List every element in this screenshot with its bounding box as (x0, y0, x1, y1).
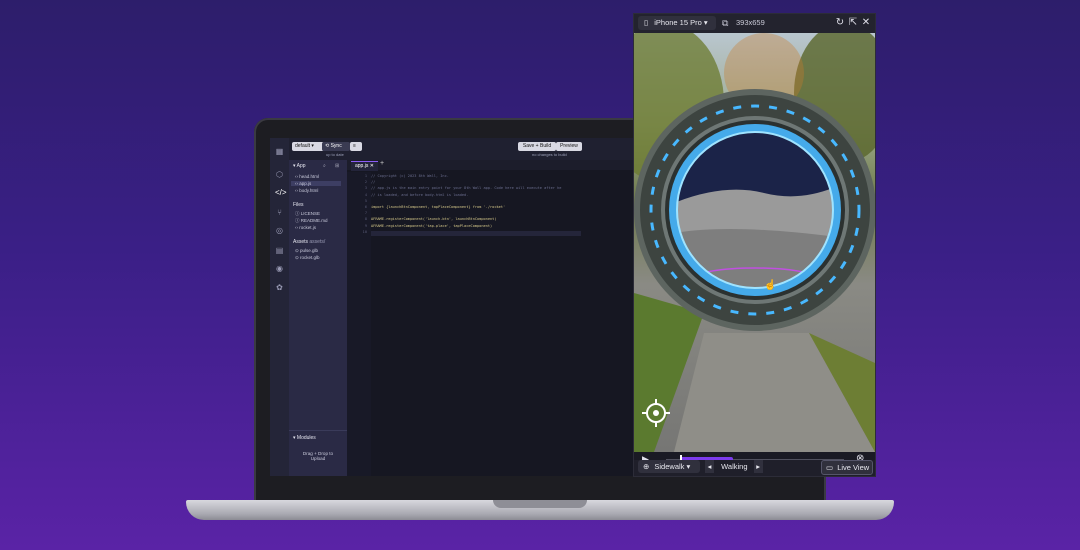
line-number: 8 (364, 217, 367, 222)
location-label: Sidewalk (654, 462, 685, 471)
phone-icon: ▯ (644, 18, 649, 27)
add-tab-icon[interactable]: + (380, 160, 384, 167)
line-number: 5 (364, 198, 367, 203)
previous-activity-button[interactable]: ◂ (705, 460, 714, 473)
add-file-icon[interactable]: ⊞ (335, 163, 339, 169)
preview-toolbar: ▯ iPhone 15 Pro ▾ ⧉ 393x659 ↻ ⇱ ✕ (634, 14, 875, 33)
sync-status: up to date (326, 152, 344, 157)
tab-app-js[interactable]: app.js ✕ (351, 161, 378, 171)
code-line: // is loaded, and before body.html is lo… (371, 192, 469, 197)
file-item[interactable]: ‹› body.html (295, 188, 318, 193)
next-activity-button[interactable]: ▸ (753, 460, 763, 473)
popout-icon[interactable]: ⇱ (847, 16, 859, 30)
sync-icon: ⟲ (325, 143, 330, 149)
sync-button[interactable]: ⟲ Sync (322, 142, 350, 151)
line-number: 1 (364, 174, 367, 178)
preview-controls: ⊕ Sidewalk ▾ ◂ Walking ▸ ▭ Live View (634, 460, 875, 476)
file-item[interactable]: ‹› rocket.js (295, 225, 316, 230)
code-line: // Copyright (c) 2023 8th Wall, Inc. (371, 174, 449, 178)
hand-cursor-icon: ☝ (764, 278, 776, 291)
sync-label: Sync (330, 143, 342, 149)
close-icon[interactable]: ✕ (860, 16, 872, 30)
code-line: AFRAME.registerComponent('launch-btn', l… (371, 217, 497, 222)
file-item[interactable]: ⓘ LICENSE (295, 211, 320, 217)
activity-stepper: ◂ Walking ▸ (705, 460, 763, 473)
laptop-notch (493, 500, 587, 508)
device-label: iPhone 15 Pro (654, 18, 702, 27)
asset-item[interactable]: ⊙ pulse.glb (295, 248, 318, 254)
line-number: 10 (362, 229, 367, 234)
device-select[interactable]: ▯ iPhone 15 Pro ▾ (638, 16, 716, 30)
branch-select[interactable]: default ▾ (292, 142, 324, 151)
camera-feed[interactable]: ☝ (634, 33, 875, 452)
line-number: 6 (364, 205, 367, 209)
refresh-icon[interactable]: ↻ (834, 16, 846, 30)
code-line: AFRAME.registerComponent('tap-place', ta… (371, 223, 493, 228)
branch-icon[interactable]: ⑂ (275, 208, 284, 217)
map-icon[interactable]: ▤ (275, 246, 284, 255)
resolution-label: 393x659 (736, 18, 765, 27)
globe-icon: ⊕ (643, 462, 650, 471)
code-line: // (371, 180, 376, 185)
icon-rail: ▦ ⬡ </> ⑂ ◎ ▤ ◉ ✿ (270, 138, 289, 476)
code-line: import {launchBtnComponent, tapPlaceComp… (371, 205, 506, 209)
cube-icon[interactable]: ⬡ (275, 170, 284, 179)
activity-label: Walking (721, 462, 748, 471)
asset-item[interactable]: ⊙ rocket.glb (295, 255, 320, 261)
line-number: 7 (364, 211, 367, 216)
code-icon[interactable]: </> (275, 188, 287, 197)
menu-icon: ≡ (353, 143, 356, 149)
branch-label: default (295, 143, 311, 149)
line-number: 4 (364, 192, 367, 197)
file-item[interactable]: ‹› head.html (295, 174, 319, 179)
search-icon[interactable]: ⌕ (323, 163, 326, 169)
ar-scene: ☝ (634, 33, 875, 452)
menu-button[interactable]: ≡ (350, 142, 362, 151)
current-line-highlight (371, 231, 581, 236)
file-item[interactable]: ⓘ README.md (295, 218, 328, 224)
preview-button[interactable]: Preview (556, 142, 582, 151)
settings-icon[interactable]: ✿ (275, 283, 284, 292)
line-number: 2 (364, 180, 367, 185)
dashboard-icon[interactable]: ▦ (275, 147, 284, 156)
files-header: Files (293, 202, 304, 208)
line-number: 9 (364, 223, 367, 228)
drop-hint: Drag + Drop to Upload (302, 451, 334, 461)
modules-panel: ▾ Modules Drag + Drop to Upload (289, 430, 347, 476)
save-build-button[interactable]: Save + Build (518, 142, 556, 151)
modules-header: ▾ Modules (293, 435, 316, 441)
app-header: ▾ App (293, 163, 306, 169)
monitor-icon: ▭ (826, 463, 834, 472)
build-status: no changes to build (532, 152, 567, 157)
target-icon[interactable]: ◎ (275, 226, 284, 235)
device-preview: ▯ iPhone 15 Pro ▾ ⧉ 393x659 ↻ ⇱ ✕ ☝ ▶ ⊗ … (634, 14, 875, 476)
line-number: 3 (364, 186, 367, 191)
rotate-icon[interactable]: ⧉ (722, 16, 728, 30)
assets-header: Assets assets/ (293, 239, 326, 245)
file-item-active[interactable]: ‹› app.js (291, 181, 341, 186)
live-view-button[interactable]: ▭ Live View (821, 460, 873, 475)
live-view-label: Live View (837, 463, 870, 472)
code-line: // app.js is the main entry point for yo… (371, 186, 562, 191)
location-select[interactable]: ⊕ Sidewalk ▾ (638, 460, 700, 473)
file-panel: ▾ App ⌕ ⊞ ‹› head.html ‹› app.js ‹› body… (289, 160, 347, 476)
badge-icon[interactable]: ◉ (275, 264, 284, 273)
